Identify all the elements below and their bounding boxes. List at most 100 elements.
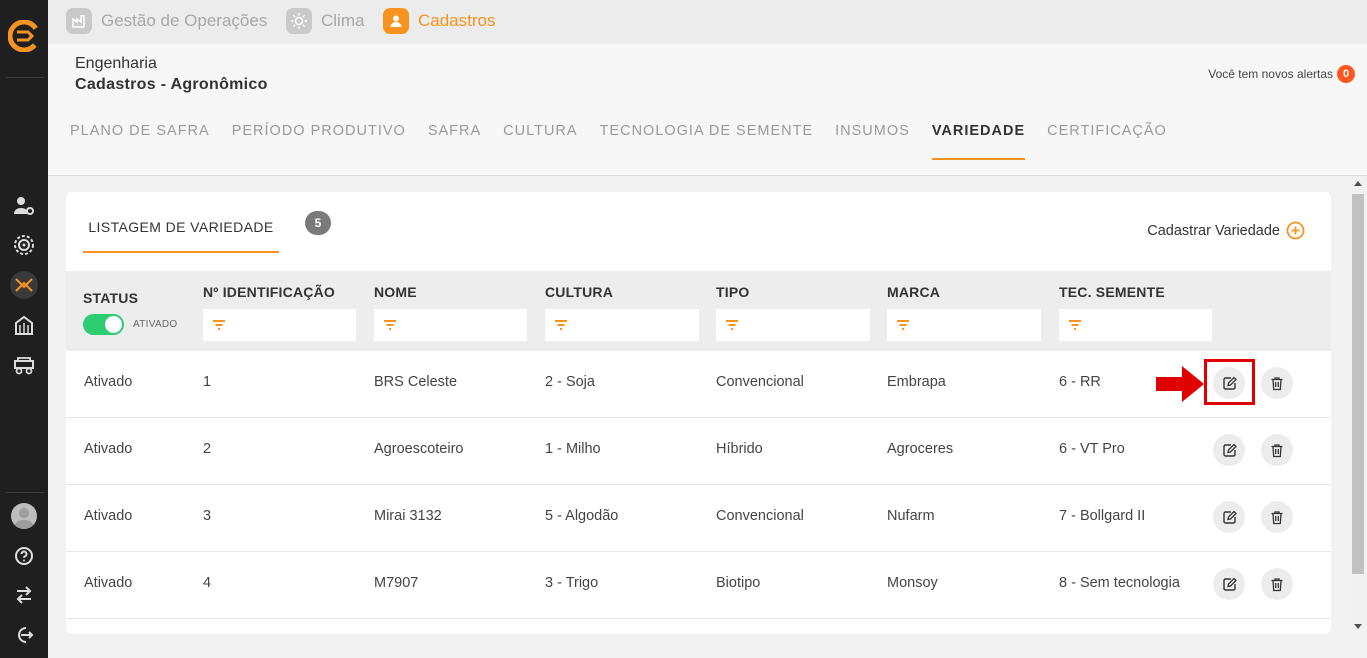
filter-icon [213, 320, 225, 330]
filter-icon [384, 320, 396, 330]
cell-nome: Agroescoteiro [374, 441, 464, 457]
filter-cultura[interactable] [545, 309, 699, 341]
col-identificacao: Nº IDENTIFICAÇÃO [203, 284, 335, 300]
trash-icon [1271, 510, 1283, 524]
cell-id: 4 [203, 575, 212, 591]
cell-status: Ativado [84, 575, 133, 591]
col-nome: NOME [374, 284, 417, 300]
scroll-up-icon[interactable] [1354, 181, 1362, 186]
nav-periodo-produtivo[interactable]: PERÍODO PRODUTIVO [232, 118, 406, 160]
filter-icon [726, 320, 738, 330]
add-variety-label: Cadastrar Variedade [1147, 222, 1280, 239]
cell-id: 1 [203, 374, 212, 390]
filter-icon [555, 320, 567, 330]
cell-tipo: Híbrido [716, 441, 763, 457]
breadcrumb-parent: Engenharia [75, 55, 157, 72]
nav-certificacao[interactable]: CERTIFICAÇÃO [1047, 118, 1167, 160]
alerts-count-badge: 0 [1337, 65, 1355, 83]
cell-tec-semente: 6 - VT Pro [1059, 441, 1125, 457]
count-badge: 5 [305, 211, 331, 235]
app-tab-bar: Gestão de Operações Clima Cadastros [48, 0, 1367, 52]
sidebar-divider [6, 77, 44, 78]
filter-nome[interactable] [374, 309, 527, 341]
harvester-icon[interactable] [10, 351, 38, 379]
edit-icon [1222, 443, 1237, 457]
cell-tipo: Biotipo [716, 575, 761, 591]
col-status: STATUS [83, 290, 139, 306]
trash-icon [1271, 376, 1283, 390]
edit-icon [1222, 510, 1237, 524]
app-tab-gestao[interactable]: Gestão de Operações [66, 8, 267, 44]
seed-registry-icon[interactable] [10, 271, 38, 299]
filter-tec-semente[interactable] [1059, 309, 1212, 341]
delete-button[interactable] [1261, 367, 1293, 399]
status-toggle-label: ATIVADO [133, 319, 178, 330]
cell-id: 3 [203, 508, 212, 524]
app-tab-cadastros[interactable]: Cadastros [383, 8, 496, 52]
cell-tec-semente: 7 - Bollgard II [1059, 508, 1146, 524]
avatar[interactable] [11, 503, 37, 529]
user-settings-icon[interactable] [10, 192, 38, 220]
scroll-down-icon[interactable] [1354, 624, 1362, 629]
filter-tipo[interactable] [716, 309, 870, 341]
delete-button[interactable] [1261, 501, 1293, 533]
filter-identificacao[interactable] [203, 309, 356, 341]
filter-icon [897, 320, 909, 330]
cell-status: Ativado [84, 508, 133, 524]
delete-button[interactable] [1261, 434, 1293, 466]
app-tab-label: Gestão de Operações [101, 11, 268, 30]
target-gear-icon[interactable] [10, 231, 38, 259]
trash-icon [1271, 577, 1283, 591]
sidebar [0, 0, 48, 658]
alerts-text: Você tem novos alertas [1208, 67, 1333, 81]
alerts-notice[interactable]: Você tem novos alertas 0 [1208, 65, 1355, 83]
tab-listagem-variedade[interactable]: LISTAGEM DE VARIEDADE [83, 206, 279, 253]
cell-id: 2 [203, 441, 212, 457]
scrollbar[interactable] [1350, 176, 1367, 634]
nav-plano-de-safra[interactable]: PLANO DE SAFRA [70, 118, 210, 160]
swap-icon[interactable] [10, 581, 38, 609]
filter-icon [1069, 320, 1081, 330]
status-toggle[interactable] [83, 314, 124, 335]
cell-cultura: 2 - Soja [545, 374, 595, 390]
silo-icon[interactable] [10, 311, 38, 339]
help-icon[interactable] [10, 542, 38, 570]
add-variety-button[interactable]: Cadastrar Variedade [1147, 221, 1305, 240]
app-tab-clima[interactable]: Clima [286, 8, 364, 44]
app-tab-label: Cadastros [418, 11, 496, 30]
delete-button[interactable] [1261, 568, 1293, 600]
cell-cultura: 5 - Algodão [545, 508, 619, 524]
edit-button[interactable] [1213, 568, 1245, 600]
cell-nome: Mirai 3132 [374, 508, 442, 524]
cell-nome: M7907 [374, 575, 419, 591]
filter-marca[interactable] [887, 309, 1041, 341]
nav-cultura[interactable]: CULTURA [503, 118, 577, 160]
user-icon [383, 8, 409, 34]
cell-tipo: Convencional [716, 508, 804, 524]
scrollbar-thumb[interactable] [1352, 194, 1364, 574]
cell-marca: Agroceres [887, 441, 954, 457]
cell-status: Ativado [84, 441, 133, 457]
nav-safra[interactable]: SAFRA [428, 118, 481, 160]
table-row: Ativado 4 M7907 3 - Trigo Biotipo Monsoy… [66, 552, 1331, 619]
nav-variedade[interactable]: VARIEDADE [931, 118, 1026, 160]
cell-tec-semente: 6 - RR [1059, 374, 1101, 390]
factory-icon [66, 8, 92, 34]
logout-icon[interactable] [10, 621, 38, 649]
table-row: Ativado 2 Agroescoteiro 1 - Milho Híbrid… [66, 418, 1331, 485]
col-tipo: TIPO [716, 284, 750, 300]
brand-logo[interactable] [7, 19, 41, 53]
nav-tecnologia-de-semente[interactable]: TECNOLOGIA DE SEMENTE [600, 118, 814, 160]
table-row: Ativado 3 Mirai 3132 5 - Algodão Convenc… [66, 485, 1331, 552]
page-header: Engenharia Cadastros - Agronômico Você t… [48, 44, 1367, 176]
table-row: Ativado 1 BRS Celeste 2 - Soja Convencio… [66, 351, 1331, 418]
cell-nome: BRS Celeste [374, 374, 458, 390]
red-arrow-icon [1156, 366, 1204, 402]
cell-tec-semente: 8 - Sem tecnologia [1059, 575, 1180, 591]
edit-button[interactable] [1213, 434, 1245, 466]
cell-status: Ativado [84, 374, 133, 390]
sidebar-divider [6, 492, 44, 493]
edit-button[interactable] [1213, 501, 1245, 533]
app-tab-label: Clima [321, 11, 365, 30]
nav-insumos[interactable]: INSUMOS [835, 118, 910, 160]
